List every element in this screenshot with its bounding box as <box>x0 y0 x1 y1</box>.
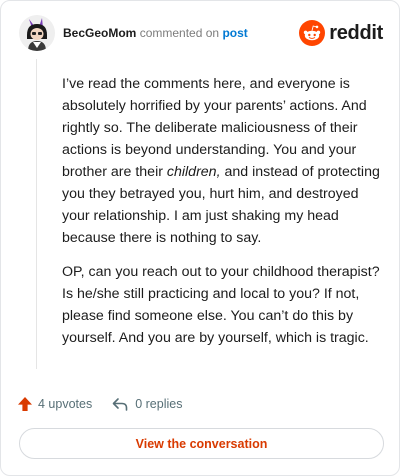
reddit-snoo-icon <box>299 20 326 46</box>
user-avatar[interactable] <box>19 15 55 51</box>
action-text: commented on <box>139 26 220 40</box>
arrow-up-icon <box>18 397 32 411</box>
reply-arrow-icon <box>112 398 128 411</box>
comment-body: I’ve read the comments here, and everyon… <box>62 73 380 361</box>
upvotes-stat[interactable]: 4 upvotes <box>17 396 92 412</box>
comment-byline: BecGeoMom commented on post <box>63 26 248 40</box>
comment-paragraph-1: I’ve read the comments here, and everyon… <box>62 73 380 249</box>
comment-stats: 4 upvotes 0 replies <box>17 394 182 414</box>
paragraph-1-emphasis: children, <box>166 164 221 180</box>
thread-line <box>36 59 37 369</box>
reddit-logo[interactable]: reddit <box>299 20 383 46</box>
upvotes-count: 4 upvotes <box>38 397 93 411</box>
embedded-comment-card: BecGeoMom commented on post reddit I’ve … <box>0 0 400 476</box>
username-link[interactable]: BecGeoMom <box>63 26 136 40</box>
post-link[interactable]: post <box>222 26 247 40</box>
brand-wordmark: reddit <box>329 21 383 44</box>
comment-paragraph-2: OP, can you reach out to your childhood … <box>62 264 380 346</box>
avatar-image <box>19 15 55 51</box>
view-conversation-button[interactable]: View the conversation <box>19 428 384 459</box>
replies-stat[interactable]: 0 replies <box>92 397 182 411</box>
replies-count: 0 replies <box>135 397 183 411</box>
comment-header: BecGeoMom commented on post reddit <box>19 15 383 51</box>
